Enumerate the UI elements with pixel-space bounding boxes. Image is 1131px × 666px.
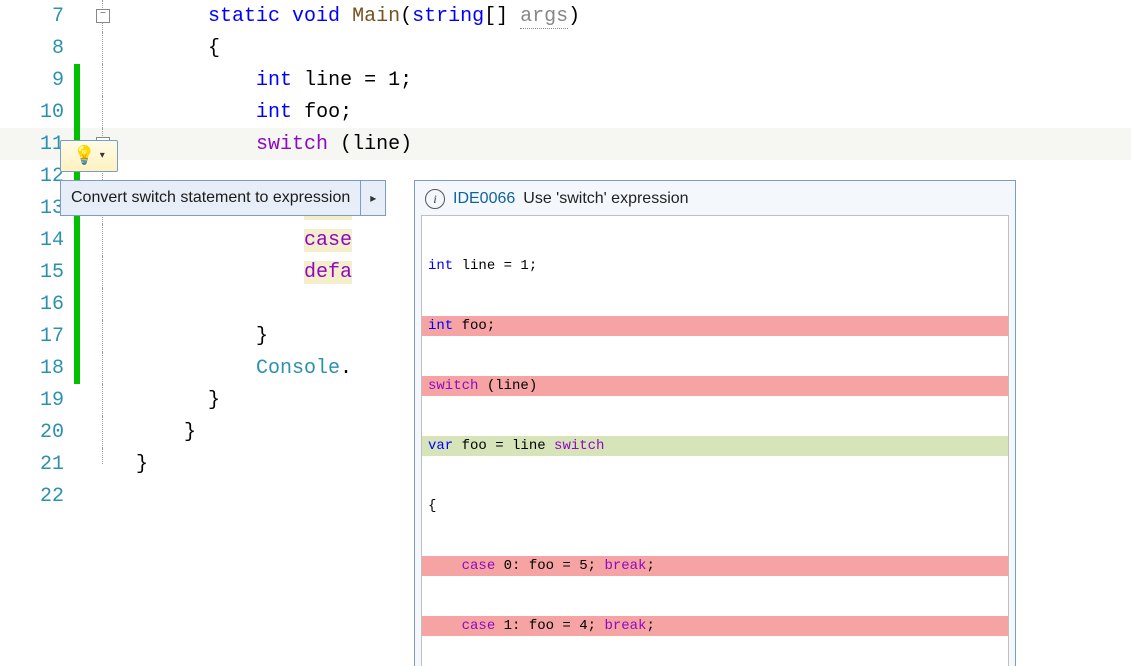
code-line-9[interactable]: 9 int line = 1; bbox=[0, 64, 1131, 96]
method-name: Main bbox=[352, 5, 400, 28]
lightbulb-button[interactable]: 💡 ▾ bbox=[60, 140, 118, 172]
code-line-8[interactable]: 8 { bbox=[0, 32, 1131, 64]
preview-header: i IDE0066 Use 'switch' expression bbox=[415, 181, 1015, 215]
diagnostic-code[interactable]: IDE0066 bbox=[453, 190, 515, 208]
line-number: 10 bbox=[0, 101, 74, 124]
keyword: void bbox=[292, 5, 340, 28]
line-number: 18 bbox=[0, 357, 74, 380]
code-line-7[interactable]: 7 − static void Main(string[] args) bbox=[0, 0, 1131, 32]
quick-action-menu: Convert switch statement to expression ▸ bbox=[60, 180, 386, 216]
parameter: args bbox=[520, 5, 568, 29]
type: int bbox=[256, 69, 292, 92]
fix-preview-panel: i IDE0066 Use 'switch' expression int li… bbox=[414, 180, 1016, 666]
submenu-arrow-icon[interactable]: ▸ bbox=[360, 181, 385, 215]
line-number: 16 bbox=[0, 293, 74, 316]
line-number: 15 bbox=[0, 261, 74, 284]
line-number: 20 bbox=[0, 421, 74, 444]
line-number: 21 bbox=[0, 453, 74, 476]
keyword: case bbox=[304, 229, 352, 252]
info-icon: i bbox=[425, 189, 445, 209]
line-number: 14 bbox=[0, 229, 74, 252]
chevron-down-icon: ▾ bbox=[100, 150, 105, 162]
type: int bbox=[256, 101, 292, 124]
code-line-10[interactable]: 10 int foo; bbox=[0, 96, 1131, 128]
line-number: 7 bbox=[0, 5, 74, 28]
line-number: 17 bbox=[0, 325, 74, 348]
type: Console bbox=[256, 357, 340, 380]
type: string bbox=[412, 5, 484, 28]
code-line-11[interactable]: 11 − switch (line) bbox=[0, 128, 1131, 160]
keyword: static bbox=[208, 5, 280, 28]
line-number: 8 bbox=[0, 37, 74, 60]
line-number: 9 bbox=[0, 69, 74, 92]
line-number: 22 bbox=[0, 485, 74, 508]
diff-preview: int line = 1; int foo; switch (line) var… bbox=[421, 215, 1009, 666]
keyword: switch bbox=[256, 133, 328, 156]
outline-collapse-icon[interactable]: − bbox=[96, 9, 110, 23]
lightbulb-icon: 💡 bbox=[73, 145, 95, 167]
line-number: 19 bbox=[0, 389, 74, 412]
diagnostic-message: Use 'switch' expression bbox=[523, 190, 688, 208]
code-editor[interactable]: 7 − static void Main(string[] args) 8 { … bbox=[0, 0, 1131, 666]
quick-action-item[interactable]: Convert switch statement to expression bbox=[61, 181, 360, 215]
keyword: defa bbox=[304, 261, 352, 284]
